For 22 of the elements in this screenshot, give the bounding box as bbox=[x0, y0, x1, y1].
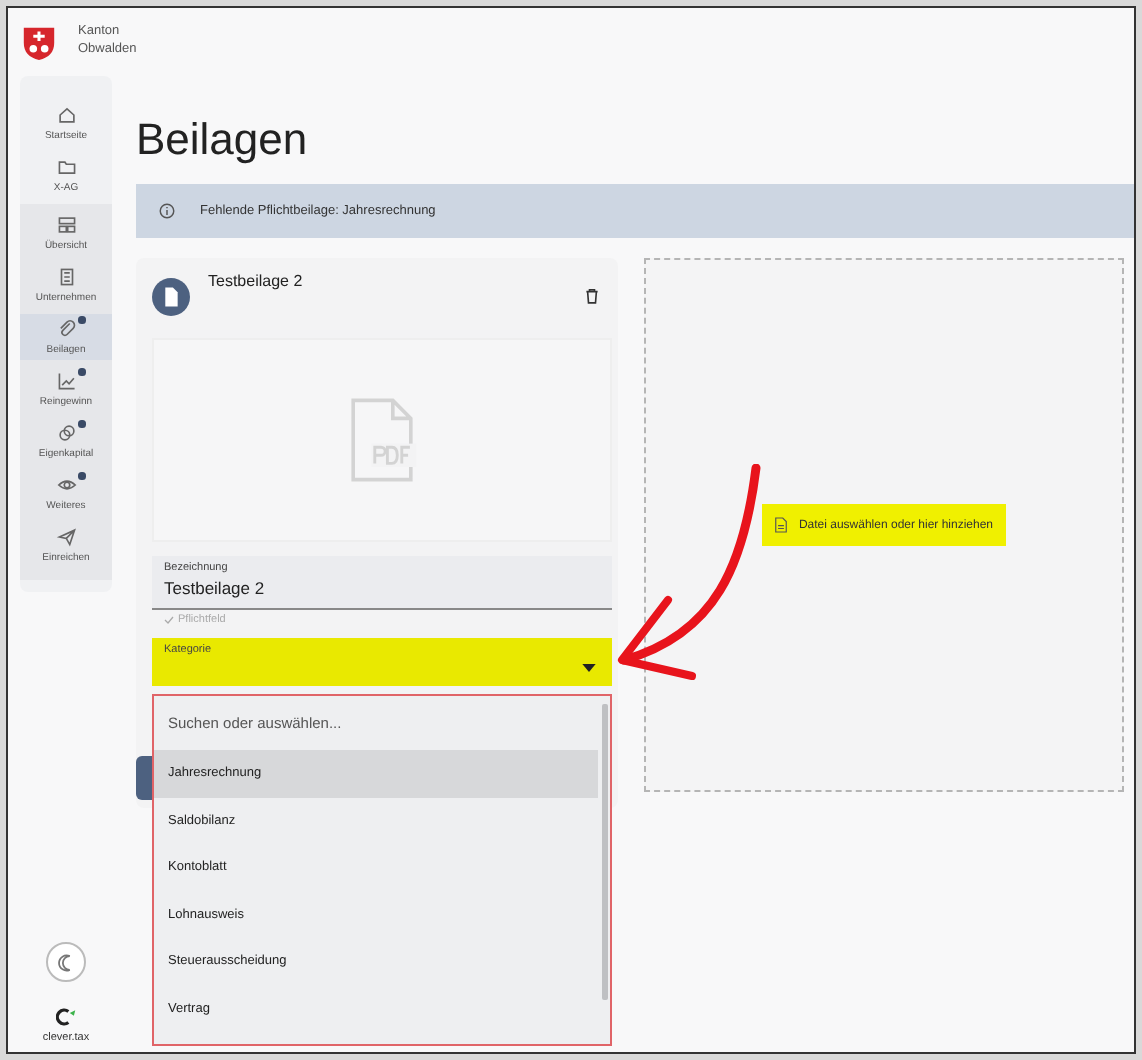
send-icon bbox=[55, 526, 77, 548]
document-avatar-icon bbox=[152, 278, 190, 316]
caret-icon bbox=[582, 664, 596, 672]
chart-icon bbox=[55, 370, 77, 392]
building-icon bbox=[55, 266, 77, 288]
paperclip-icon bbox=[55, 318, 77, 340]
file-icon bbox=[774, 516, 789, 534]
theme-toggle-button[interactable] bbox=[46, 942, 86, 982]
check-icon bbox=[164, 616, 174, 624]
folder-icon bbox=[55, 156, 77, 178]
coins-icon bbox=[55, 422, 77, 444]
coat-of-arms-logo bbox=[20, 23, 58, 61]
home-icon bbox=[55, 104, 77, 126]
info-icon bbox=[158, 202, 176, 220]
attachment-title: Testbeilage 2 bbox=[208, 272, 305, 290]
pdf-file-icon bbox=[346, 396, 418, 484]
grid-icon bbox=[55, 214, 77, 236]
scrollbar[interactable] bbox=[602, 704, 608, 1000]
brand-logo-icon bbox=[55, 1008, 77, 1026]
trash-icon[interactable] bbox=[582, 286, 602, 306]
eye-icon bbox=[55, 474, 77, 496]
page-title: Beilagen bbox=[136, 114, 310, 166]
